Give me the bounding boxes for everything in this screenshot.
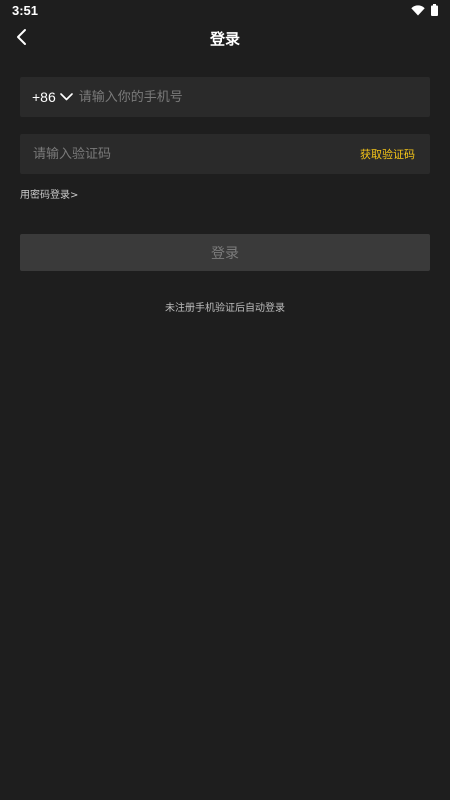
country-code-label: +86	[32, 89, 56, 105]
header: 登录	[0, 22, 450, 56]
wifi-icon	[411, 4, 425, 16]
auto-register-hint: 未注册手机验证后自动登录	[165, 303, 285, 314]
password-login-link[interactable]: 用密码登录>	[20, 186, 78, 201]
page-title: 登录	[209, 30, 240, 48]
code-field: 获取验证码	[20, 134, 430, 174]
login-screen: 3:51 登录 +86 请输入你的手机号 请输入验证码 获取验证码 用密码登录>…	[0, 0, 450, 800]
phone-field: +86	[20, 77, 430, 117]
battery-icon	[431, 4, 438, 16]
get-code-button[interactable]: 获取验证码	[360, 146, 430, 162]
verification-code-input[interactable]	[20, 134, 360, 174]
status-icons	[411, 4, 438, 16]
country-code-selector[interactable]: +86	[20, 77, 73, 117]
status-time: 3:51	[12, 2, 39, 18]
status-bar: 3:51	[0, 0, 450, 20]
login-button[interactable]: 登录	[20, 234, 430, 271]
phone-input[interactable]	[72, 77, 430, 117]
chevron-down-icon	[59, 93, 73, 101]
